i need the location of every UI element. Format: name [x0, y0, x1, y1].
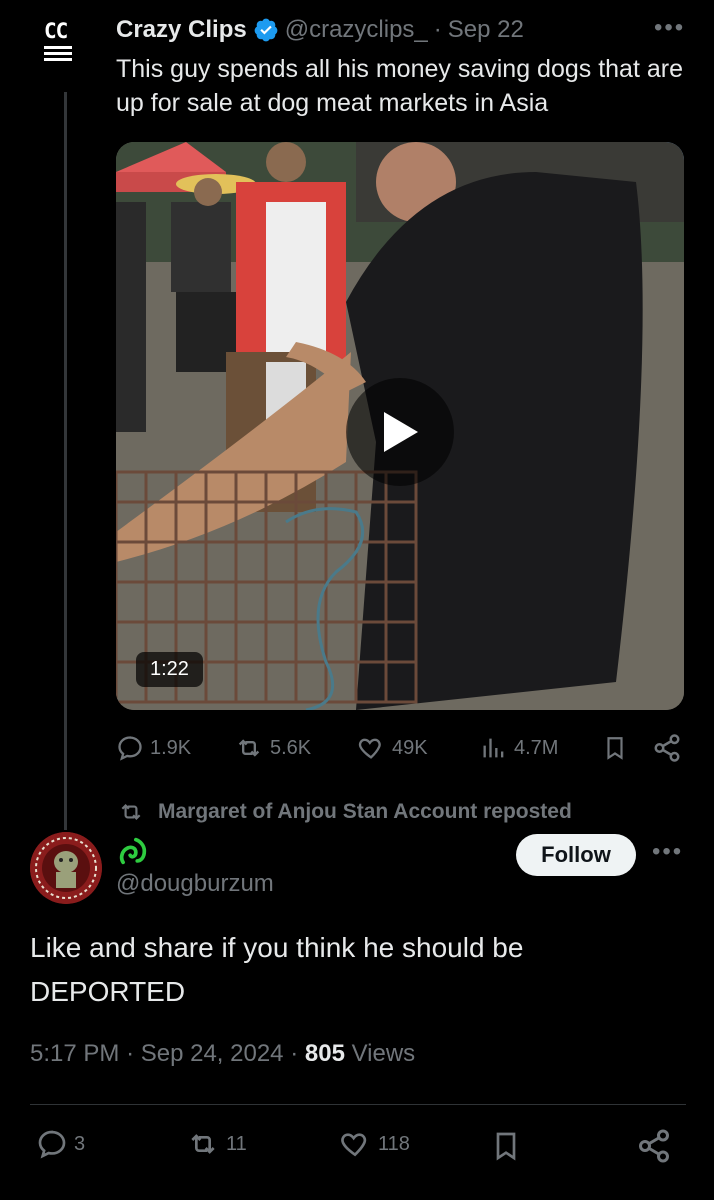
post-time[interactable]: 5:17 PM — [30, 1040, 119, 1067]
quoted-repost-count: 5.6K — [270, 736, 312, 759]
separator-dot: · — [126, 1040, 141, 1067]
repost-icon — [191, 1134, 215, 1154]
post-more-icon[interactable]: ••• — [652, 838, 683, 866]
bookmark-icon[interactable] — [602, 733, 628, 763]
post-views-label: Views — [351, 1040, 416, 1067]
post-text: Like and share if you think he should be… — [30, 926, 670, 1014]
separator-dot: · — [290, 1040, 305, 1067]
quoted-action-bar: 1.9K 5.6K 49K 4.7M — [116, 730, 686, 766]
quoted-reply-button[interactable]: 1.9K — [116, 734, 191, 762]
quoted-like-count: 49K — [392, 736, 428, 759]
quoted-header: Crazy Clips @crazyclips_ · Sep 22 — [116, 14, 696, 46]
repost-icon — [238, 739, 260, 757]
bookmark-icon[interactable] — [490, 1128, 522, 1164]
play-button[interactable] — [346, 378, 454, 486]
views-icon — [483, 738, 504, 758]
quoted-views-button[interactable]: 4.7M — [480, 734, 558, 762]
repost-banner[interactable]: Margaret of Anjou Stan Account reposted — [116, 796, 572, 828]
quoted-views-count: 4.7M — [514, 736, 559, 759]
share-icon[interactable] — [652, 733, 682, 763]
quoted-tweet-text: This guy spends all his money saving dog… — [116, 55, 683, 117]
reply-count: 3 — [74, 1132, 86, 1155]
crazy-clips-avatar[interactable]: CC — [44, 20, 84, 76]
follow-button[interactable]: Follow — [516, 834, 636, 876]
repost-banner-text: Margaret of Anjou Stan Account reposted — [158, 800, 572, 823]
reply-icon — [118, 736, 142, 761]
repost-button[interactable]: 11 — [186, 1128, 247, 1160]
like-count: 118 — [378, 1132, 410, 1155]
post-author-handle[interactable]: @dougburzum — [116, 870, 274, 898]
repost-icon — [121, 803, 141, 821]
cc-logo-bars — [44, 46, 84, 61]
thread-line — [64, 92, 67, 830]
divider — [30, 1104, 686, 1105]
post-text-line2: DEPORTED — [30, 976, 186, 1007]
repost-count: 11 — [226, 1132, 247, 1155]
post-date[interactable]: Sep 24, 2024 — [141, 1040, 284, 1067]
quoted-like-button[interactable]: 49K — [356, 734, 428, 762]
like-button[interactable]: 118 — [338, 1128, 410, 1160]
video-thumbnail[interactable]: 1:22 — [116, 142, 684, 710]
quoted-reply-count: 1.9K — [150, 736, 192, 759]
cc-logo-text: CC — [44, 19, 68, 43]
reply-icon — [38, 1130, 66, 1159]
quoted-author-handle[interactable]: @crazyclips_ — [285, 16, 428, 44]
quoted-date[interactable]: Sep 22 — [448, 16, 524, 44]
video-duration: 1:22 — [136, 652, 203, 687]
like-icon — [358, 738, 381, 759]
share-icon[interactable] — [636, 1128, 672, 1164]
separator-dot: · — [433, 16, 442, 43]
post-meta: 5:17 PM · Sep 24, 2024 · 805 Views — [30, 1040, 415, 1068]
post-text-line1: Like and share if you think he should be — [30, 932, 524, 963]
like-icon — [341, 1133, 367, 1157]
post-views-count: 805 — [304, 1040, 345, 1067]
avatar[interactable] — [30, 832, 102, 904]
handle-symbol-icon — [119, 837, 147, 865]
quoted-more-icon[interactable]: ••• — [654, 14, 714, 42]
avatar-image — [30, 832, 102, 904]
quoted-repost-button[interactable]: 5.6K — [234, 734, 311, 762]
reply-button[interactable]: 3 — [36, 1128, 85, 1160]
play-icon — [384, 412, 418, 452]
verified-badge-icon — [254, 18, 278, 42]
quoted-author-name[interactable]: Crazy Clips — [116, 16, 247, 44]
post-action-bar: 3 11 118 — [30, 1128, 686, 1168]
